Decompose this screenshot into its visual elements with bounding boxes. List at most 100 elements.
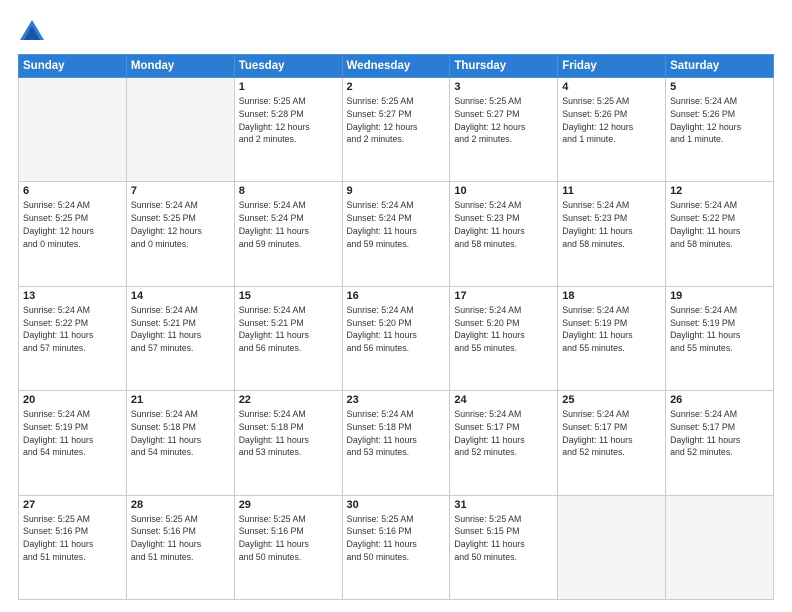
day-info: Sunrise: 5:24 AM Sunset: 5:17 PM Dayligh…	[454, 408, 553, 459]
calendar-cell: 25Sunrise: 5:24 AM Sunset: 5:17 PM Dayli…	[558, 391, 666, 495]
day-info: Sunrise: 5:24 AM Sunset: 5:19 PM Dayligh…	[670, 304, 769, 355]
day-info: Sunrise: 5:24 AM Sunset: 5:20 PM Dayligh…	[347, 304, 446, 355]
week-row: 1 Sunrise: 5:25 AM Sunset: 5:28 PM Daylig…	[19, 78, 774, 182]
day-number: 12	[670, 185, 769, 197]
day-number: 21	[131, 394, 230, 406]
weekday-header: Saturday	[666, 55, 774, 78]
logo	[18, 18, 50, 46]
week-row: 27 Sunrise: 5:25 AM Sunset: 5:16 PM Dayli…	[19, 495, 774, 599]
day-number: 25	[562, 394, 661, 406]
day-number: 7	[131, 185, 230, 197]
calendar-cell: 9 Sunrise: 5:24 AM Sunset: 5:24 PM Daylig…	[342, 182, 450, 286]
day-info: Sunrise: 5:24 AM Sunset: 5:26 PM Dayligh…	[670, 95, 769, 146]
calendar-cell: 12 Sunrise: 5:24 AM Sunset: 5:22 PM Dayli…	[666, 182, 774, 286]
day-number: 9	[347, 185, 446, 197]
day-number: 1	[239, 81, 338, 93]
day-info: Sunrise: 5:25 AM Sunset: 5:16 PM Dayligh…	[23, 513, 122, 564]
calendar-cell: 4 Sunrise: 5:25 AM Sunset: 5:26 PM Daylig…	[558, 78, 666, 182]
day-info: Sunrise: 5:24 AM Sunset: 5:20 PM Dayligh…	[454, 304, 553, 355]
day-number: 11	[562, 185, 661, 197]
calendar-cell: 11 Sunrise: 5:24 AM Sunset: 5:23 PM Dayli…	[558, 182, 666, 286]
day-info: Sunrise: 5:25 AM Sunset: 5:27 PM Dayligh…	[347, 95, 446, 146]
weekday-header-row: SundayMondayTuesdayWednesdayThursdayFrid…	[19, 55, 774, 78]
calendar-cell: 3Sunrise: 5:25 AM Sunset: 5:27 PM Daylig…	[450, 78, 558, 182]
day-number: 28	[131, 499, 230, 511]
day-info: Sunrise: 5:25 AM Sunset: 5:26 PM Dayligh…	[562, 95, 661, 146]
day-number: 19	[670, 290, 769, 302]
calendar-cell: 5 Sunrise: 5:24 AM Sunset: 5:26 PM Daylig…	[666, 78, 774, 182]
day-info: Sunrise: 5:24 AM Sunset: 5:19 PM Dayligh…	[562, 304, 661, 355]
day-number: 31	[454, 499, 553, 511]
calendar-cell: 28 Sunrise: 5:25 AM Sunset: 5:16 PM Dayli…	[126, 495, 234, 599]
day-info: Sunrise: 5:24 AM Sunset: 5:25 PM Dayligh…	[131, 199, 230, 250]
calendar-cell: 18Sunrise: 5:24 AM Sunset: 5:19 PM Dayli…	[558, 286, 666, 390]
week-row: 6 Sunrise: 5:24 AM Sunset: 5:25 PM Daylig…	[19, 182, 774, 286]
day-number: 5	[670, 81, 769, 93]
day-number: 6	[23, 185, 122, 197]
calendar-cell: 22 Sunrise: 5:24 AM Sunset: 5:18 PM Dayli…	[234, 391, 342, 495]
day-info: Sunrise: 5:24 AM Sunset: 5:23 PM Dayligh…	[454, 199, 553, 250]
day-info: Sunrise: 5:24 AM Sunset: 5:25 PM Dayligh…	[23, 199, 122, 250]
weekday-header: Wednesday	[342, 55, 450, 78]
weekday-header: Sunday	[19, 55, 127, 78]
day-number: 10	[454, 185, 553, 197]
day-number: 29	[239, 499, 338, 511]
calendar-cell: 8Sunrise: 5:24 AM Sunset: 5:24 PM Daylig…	[234, 182, 342, 286]
day-info: Sunrise: 5:25 AM Sunset: 5:28 PM Dayligh…	[239, 95, 338, 146]
calendar-cell: 30Sunrise: 5:25 AM Sunset: 5:16 PM Dayli…	[342, 495, 450, 599]
calendar-cell: 7 Sunrise: 5:24 AM Sunset: 5:25 PM Daylig…	[126, 182, 234, 286]
day-number: 22	[239, 394, 338, 406]
calendar-cell: 13 Sunrise: 5:24 AM Sunset: 5:22 PM Dayli…	[19, 286, 127, 390]
day-info: Sunrise: 5:24 AM Sunset: 5:21 PM Dayligh…	[239, 304, 338, 355]
calendar-cell: 26 Sunrise: 5:24 AM Sunset: 5:17 PM Dayli…	[666, 391, 774, 495]
day-info: Sunrise: 5:24 AM Sunset: 5:18 PM Dayligh…	[347, 408, 446, 459]
calendar-cell: 21 Sunrise: 5:24 AM Sunset: 5:18 PM Dayli…	[126, 391, 234, 495]
day-info: Sunrise: 5:24 AM Sunset: 5:18 PM Dayligh…	[131, 408, 230, 459]
day-number: 4	[562, 81, 661, 93]
day-number: 16	[347, 290, 446, 302]
calendar-cell: 1 Sunrise: 5:25 AM Sunset: 5:28 PM Daylig…	[234, 78, 342, 182]
page: SundayMondayTuesdayWednesdayThursdayFrid…	[0, 0, 792, 612]
day-number: 30	[347, 499, 446, 511]
calendar-table: SundayMondayTuesdayWednesdayThursdayFrid…	[18, 54, 774, 600]
day-info: Sunrise: 5:24 AM Sunset: 5:23 PM Dayligh…	[562, 199, 661, 250]
calendar-cell: 6 Sunrise: 5:24 AM Sunset: 5:25 PM Daylig…	[19, 182, 127, 286]
weekday-header: Friday	[558, 55, 666, 78]
calendar-cell	[126, 78, 234, 182]
day-info: Sunrise: 5:25 AM Sunset: 5:16 PM Dayligh…	[131, 513, 230, 564]
calendar-cell	[666, 495, 774, 599]
calendar-cell: 15 Sunrise: 5:24 AM Sunset: 5:21 PM Dayli…	[234, 286, 342, 390]
day-number: 2	[347, 81, 446, 93]
day-info: Sunrise: 5:24 AM Sunset: 5:18 PM Dayligh…	[239, 408, 338, 459]
week-row: 13 Sunrise: 5:24 AM Sunset: 5:22 PM Dayli…	[19, 286, 774, 390]
day-number: 13	[23, 290, 122, 302]
day-number: 24	[454, 394, 553, 406]
weekday-header: Monday	[126, 55, 234, 78]
day-info: Sunrise: 5:24 AM Sunset: 5:22 PM Dayligh…	[23, 304, 122, 355]
day-number: 17	[454, 290, 553, 302]
calendar-cell	[19, 78, 127, 182]
calendar-cell: 10 Sunrise: 5:24 AM Sunset: 5:23 PM Dayli…	[450, 182, 558, 286]
day-info: Sunrise: 5:24 AM Sunset: 5:24 PM Dayligh…	[347, 199, 446, 250]
day-info: Sunrise: 5:24 AM Sunset: 5:17 PM Dayligh…	[670, 408, 769, 459]
calendar-cell: 14Sunrise: 5:24 AM Sunset: 5:21 PM Dayli…	[126, 286, 234, 390]
calendar-cell: 20Sunrise: 5:24 AM Sunset: 5:19 PM Dayli…	[19, 391, 127, 495]
calendar-cell: 29 Sunrise: 5:25 AM Sunset: 5:16 PM Dayli…	[234, 495, 342, 599]
calendar-cell: 27 Sunrise: 5:25 AM Sunset: 5:16 PM Dayli…	[19, 495, 127, 599]
day-number: 26	[670, 394, 769, 406]
day-info: Sunrise: 5:24 AM Sunset: 5:22 PM Dayligh…	[670, 199, 769, 250]
day-number: 23	[347, 394, 446, 406]
day-number: 15	[239, 290, 338, 302]
day-info: Sunrise: 5:25 AM Sunset: 5:27 PM Dayligh…	[454, 95, 553, 146]
calendar-cell: 24 Sunrise: 5:24 AM Sunset: 5:17 PM Dayli…	[450, 391, 558, 495]
day-info: Sunrise: 5:25 AM Sunset: 5:16 PM Dayligh…	[239, 513, 338, 564]
week-row: 20Sunrise: 5:24 AM Sunset: 5:19 PM Dayli…	[19, 391, 774, 495]
calendar-cell: 17 Sunrise: 5:24 AM Sunset: 5:20 PM Dayli…	[450, 286, 558, 390]
day-number: 27	[23, 499, 122, 511]
day-number: 8	[239, 185, 338, 197]
day-info: Sunrise: 5:24 AM Sunset: 5:21 PM Dayligh…	[131, 304, 230, 355]
weekday-header: Tuesday	[234, 55, 342, 78]
calendar-cell: 19 Sunrise: 5:24 AM Sunset: 5:19 PM Dayli…	[666, 286, 774, 390]
calendar-cell: 2 Sunrise: 5:25 AM Sunset: 5:27 PM Daylig…	[342, 78, 450, 182]
calendar-cell: 23 Sunrise: 5:24 AM Sunset: 5:18 PM Dayli…	[342, 391, 450, 495]
